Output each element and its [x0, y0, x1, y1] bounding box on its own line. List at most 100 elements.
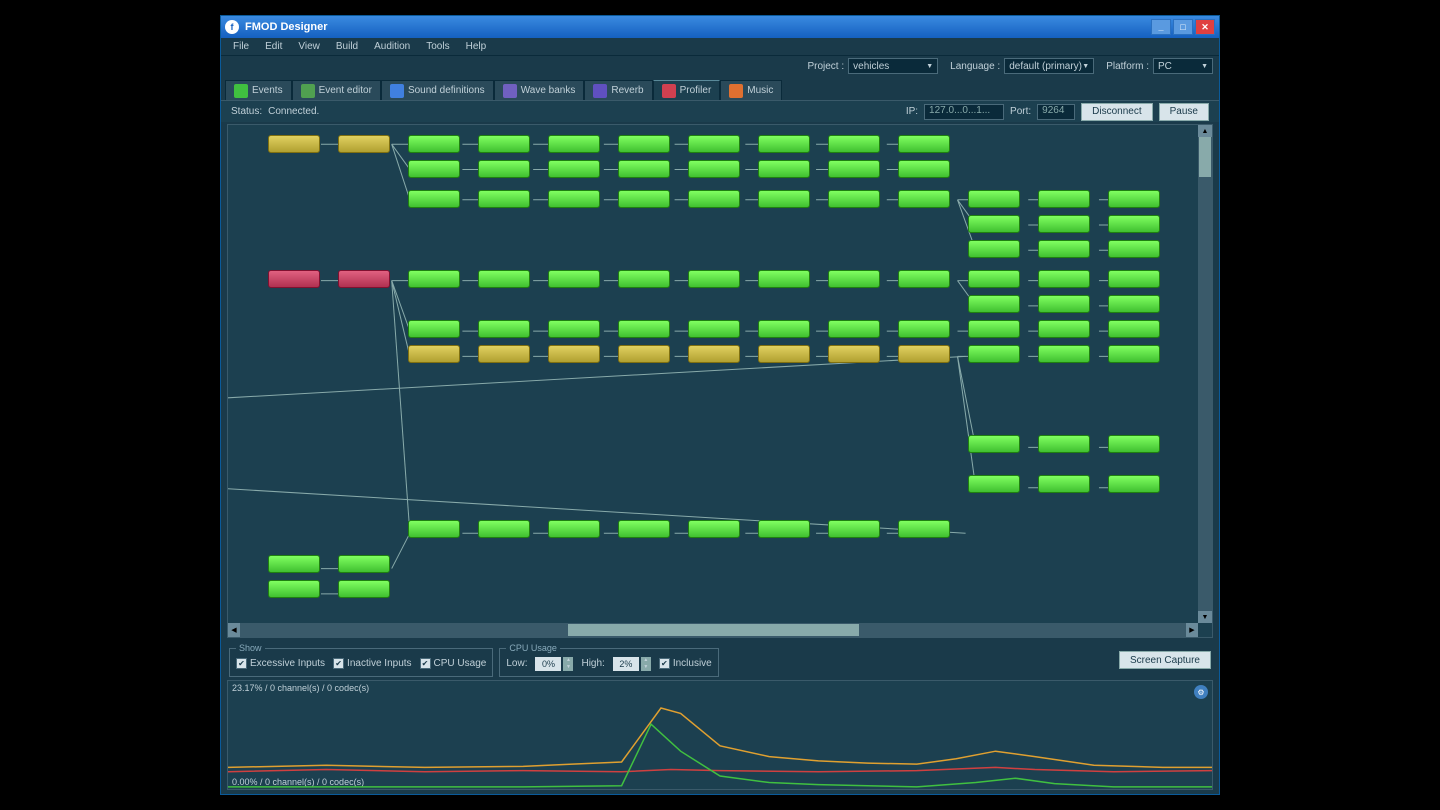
graph-node[interactable] [968, 475, 1020, 493]
scroll-left-icon[interactable]: ◀ [228, 623, 240, 637]
inclusive-checkbox[interactable]: ✔Inclusive [659, 658, 712, 669]
graph-node[interactable] [828, 320, 880, 338]
graph-node[interactable] [618, 190, 670, 208]
graph-node[interactable] [408, 190, 460, 208]
cpu-low-spinner[interactable]: 0%▲▼ [535, 657, 573, 671]
tab-wave-banks[interactable]: Wave banks [494, 80, 585, 100]
graph-node[interactable] [1038, 190, 1090, 208]
graph-node[interactable] [618, 135, 670, 153]
graph-node[interactable] [898, 190, 950, 208]
pause-button[interactable]: Pause [1159, 103, 1209, 121]
graph-node[interactable] [618, 345, 670, 363]
graph-node[interactable] [1038, 240, 1090, 258]
graph-node[interactable] [828, 345, 880, 363]
graph-node[interactable] [898, 270, 950, 288]
graph-node[interactable] [478, 270, 530, 288]
graph-node[interactable] [618, 160, 670, 178]
graph-node[interactable] [408, 520, 460, 538]
graph-node[interactable] [478, 345, 530, 363]
graph-node[interactable] [968, 215, 1020, 233]
menu-help[interactable]: Help [458, 39, 495, 54]
graph-node[interactable] [758, 345, 810, 363]
graph-node[interactable] [828, 135, 880, 153]
menu-view[interactable]: View [290, 39, 328, 54]
graph-node[interactable] [548, 190, 600, 208]
graph-node[interactable] [1038, 435, 1090, 453]
graph-node[interactable] [338, 580, 390, 598]
graph-node[interactable] [1108, 240, 1160, 258]
graph-node[interactable] [478, 520, 530, 538]
close-button[interactable]: ✕ [1195, 19, 1215, 35]
graph-node[interactable] [758, 135, 810, 153]
graph-node[interactable] [268, 555, 320, 573]
menu-tools[interactable]: Tools [418, 39, 457, 54]
graph-node[interactable] [758, 190, 810, 208]
graph-node[interactable] [1108, 320, 1160, 338]
graph-node[interactable] [1108, 345, 1160, 363]
graph-node[interactable] [548, 270, 600, 288]
scroll-thumb[interactable] [1199, 137, 1211, 177]
graph-node[interactable] [338, 135, 390, 153]
graph-node[interactable] [828, 270, 880, 288]
platform-dropdown[interactable]: PC▼ [1153, 58, 1213, 74]
graph-node[interactable] [618, 270, 670, 288]
graph-node[interactable] [478, 320, 530, 338]
graph-node[interactable] [688, 190, 740, 208]
scroll-thumb[interactable] [568, 624, 859, 636]
graph-node[interactable] [898, 135, 950, 153]
graph-node[interactable] [618, 520, 670, 538]
graph-node[interactable] [1038, 270, 1090, 288]
ip-field[interactable]: 127.0...0...1... [924, 104, 1004, 120]
language-dropdown[interactable]: default (primary)▼ [1004, 58, 1094, 74]
graph-node[interactable] [898, 345, 950, 363]
graph-node[interactable] [338, 270, 390, 288]
graph-node[interactable] [968, 270, 1020, 288]
graph-node[interactable] [548, 160, 600, 178]
graph-node[interactable] [968, 320, 1020, 338]
horizontal-scrollbar[interactable]: ◀ ▶ [228, 623, 1198, 637]
tab-events[interactable]: Events [225, 80, 292, 100]
graph-node[interactable] [688, 320, 740, 338]
graph-node[interactable] [618, 320, 670, 338]
cpu-high-spinner[interactable]: 2%▲▼ [613, 657, 651, 671]
graph-node[interactable] [1108, 190, 1160, 208]
graph-node[interactable] [1038, 345, 1090, 363]
graph-node[interactable] [898, 520, 950, 538]
graph-node[interactable] [758, 160, 810, 178]
graph-node[interactable] [968, 190, 1020, 208]
graph-node[interactable] [1108, 215, 1160, 233]
graph-node[interactable] [478, 135, 530, 153]
menu-edit[interactable]: Edit [257, 39, 290, 54]
tab-profiler[interactable]: Profiler [653, 80, 721, 100]
graph-node[interactable] [1108, 295, 1160, 313]
screen-capture-button[interactable]: Screen Capture [1119, 651, 1211, 669]
graph-node[interactable] [688, 345, 740, 363]
graph-node[interactable] [828, 190, 880, 208]
graph-node[interactable] [968, 240, 1020, 258]
graph-node[interactable] [688, 520, 740, 538]
graph-node[interactable] [408, 320, 460, 338]
graph-node[interactable] [688, 160, 740, 178]
graph-node[interactable] [968, 345, 1020, 363]
graph-node[interactable] [408, 345, 460, 363]
graph-node[interactable] [758, 520, 810, 538]
profiler-graph-area[interactable]: ▲ ▼ ◀ ▶ [227, 124, 1213, 638]
graph-node[interactable] [548, 135, 600, 153]
graph-node[interactable] [1038, 320, 1090, 338]
vertical-scrollbar[interactable]: ▲ ▼ [1198, 125, 1212, 623]
menu-build[interactable]: Build [328, 39, 366, 54]
graph-node[interactable] [968, 295, 1020, 313]
titlebar[interactable]: f FMOD Designer _ □ ✕ [221, 16, 1219, 38]
port-field[interactable]: 9264 [1037, 104, 1075, 120]
graph-node[interactable] [268, 580, 320, 598]
project-dropdown[interactable]: vehicles▼ [848, 58, 938, 74]
graph-node[interactable] [828, 160, 880, 178]
menu-audition[interactable]: Audition [366, 39, 418, 54]
graph-node[interactable] [1038, 475, 1090, 493]
tab-reverb[interactable]: Reverb [584, 80, 652, 100]
graph-node[interactable] [828, 520, 880, 538]
scroll-right-icon[interactable]: ▶ [1186, 623, 1198, 637]
graph-node[interactable] [408, 135, 460, 153]
cpu-usage-checkbox[interactable]: ✔CPU Usage [420, 658, 487, 669]
graph-node[interactable] [898, 320, 950, 338]
